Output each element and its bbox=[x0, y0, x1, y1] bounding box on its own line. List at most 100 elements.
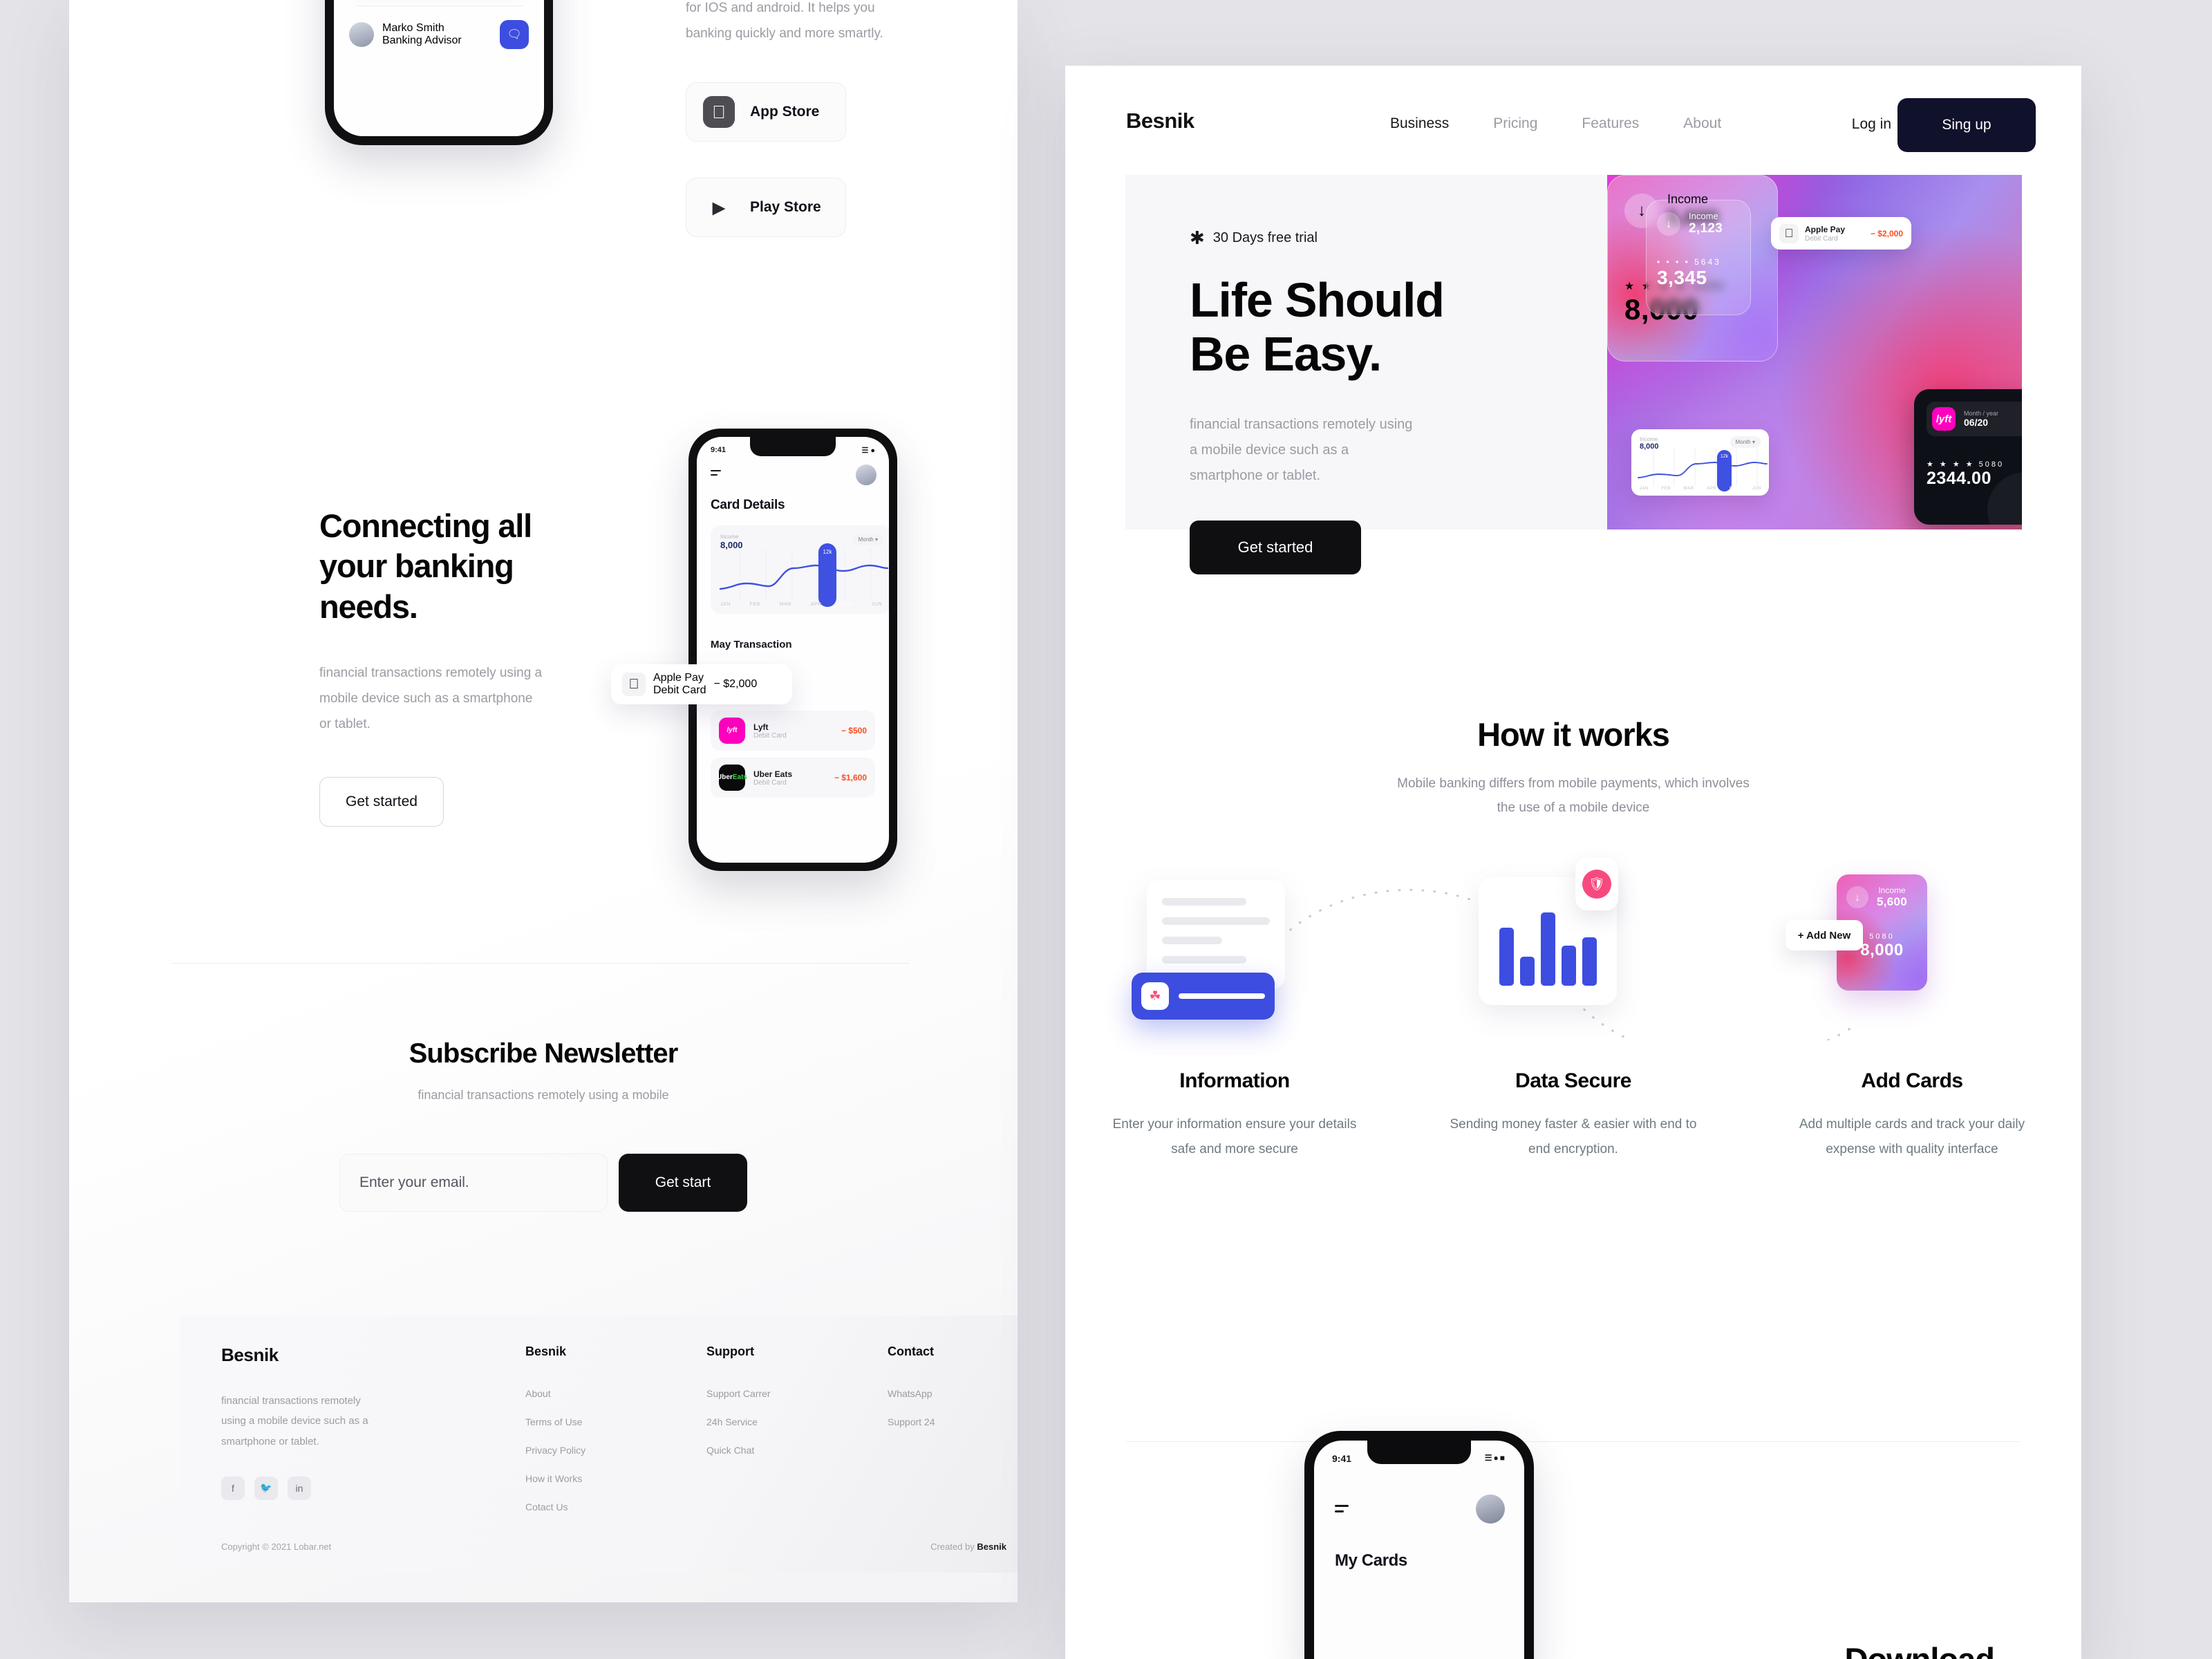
chat-icon[interactable]: 🗨 bbox=[500, 20, 529, 49]
connecting-body: financial transactions remotely using a … bbox=[319, 665, 543, 731]
chart-x-axis: JAN FEB MAR APR MAY JUN bbox=[1640, 487, 1761, 491]
add-new-button[interactable]: + Add New bbox=[1785, 920, 1863, 950]
apple-icon:  bbox=[622, 673, 646, 696]
divider bbox=[1126, 1441, 2021, 1442]
download-app-text: Download Besnik mobile banking app for I… bbox=[686, 1, 883, 41]
shield-check-icon: 🛡 bbox=[1582, 870, 1611, 899]
hero-section: ✱ 30 Days free trial Life Should Be Easy… bbox=[1125, 175, 2022, 574]
transaction-sub: Debit Card bbox=[653, 684, 706, 696]
lyft-icon: lyft bbox=[719, 718, 745, 744]
hero-subtitle: financial transactions remotely using a … bbox=[1190, 416, 1413, 483]
email-input[interactable] bbox=[339, 1154, 608, 1212]
apple-pay-card[interactable]:  Apple Pay Debit Card − $2,000 bbox=[1771, 217, 1911, 250]
newsletter-section: Subscribe Newsletter financial transacti… bbox=[69, 1038, 1018, 1212]
newsletter-submit-button[interactable]: Get start bbox=[619, 1154, 747, 1212]
footer-link[interactable]: Cotact Us bbox=[525, 1501, 706, 1512]
expiry-value: 06/20 bbox=[1964, 417, 1989, 428]
nav-item-business[interactable]: Business bbox=[1390, 115, 1449, 132]
signup-button[interactable]: Sing up bbox=[1897, 98, 2036, 152]
info-input-bar: ☘ bbox=[1132, 973, 1275, 1020]
lyft-dark-card: lyft Month / year 06/20 ★ ★ ★ ★ 5080 234… bbox=[1914, 389, 2022, 525]
nav-item-about[interactable]: About bbox=[1683, 115, 1721, 132]
nav-item-pricing[interactable]: Pricing bbox=[1493, 115, 1537, 132]
footer-column-heading: Besnik bbox=[525, 1344, 567, 1358]
feature-title: Add Cards bbox=[1861, 1069, 1963, 1092]
income-label: Income bbox=[1667, 192, 1709, 206]
transaction-amount: − $2,000 bbox=[713, 678, 758, 690]
apple-icon:  bbox=[1779, 223, 1799, 243]
footer-brand: Besnik financial transactions remotely u… bbox=[221, 1344, 525, 1530]
free-trial-label: 30 Days free trial bbox=[1212, 229, 1318, 245]
footer-link[interactable]: WhatsApp bbox=[888, 1388, 935, 1399]
income-label: Income bbox=[1689, 211, 1718, 221]
brand-logo[interactable]: Besnik bbox=[1126, 109, 1194, 133]
transaction-amount: − $500 bbox=[841, 726, 867, 735]
login-link[interactable]: Log in bbox=[1852, 116, 1891, 133]
footer: Besnik financial transactions remotely u… bbox=[180, 1315, 1018, 1573]
transaction-name: Apple Pay bbox=[653, 672, 704, 684]
hero-get-started-button[interactable]: Get started bbox=[1190, 520, 1361, 574]
footer-brand-desc: financial transactions remotely using a … bbox=[221, 1395, 368, 1447]
list-item[interactable]: Uber Eats Uber Eats Debit Card − $1,600 bbox=[711, 758, 875, 798]
linkedin-icon[interactable]: in bbox=[288, 1476, 311, 1500]
uber-eats-icon: Uber Eats bbox=[717, 765, 747, 791]
transaction-name: Uber Eats bbox=[753, 769, 793, 779]
card-balance: 3,345 bbox=[1657, 267, 1707, 288]
input-line bbox=[1179, 993, 1265, 999]
avatar[interactable] bbox=[1476, 1494, 1505, 1524]
menu-icon[interactable] bbox=[1335, 1505, 1349, 1516]
chart-highlight-bar: 12k bbox=[818, 543, 836, 607]
transaction-sub: Debit Card bbox=[753, 731, 787, 740]
feature-information: ☘ Information Enter your information ens… bbox=[1065, 862, 1404, 1162]
footer-link[interactable]: Terms of Use bbox=[525, 1416, 706, 1427]
connecting-block: Connecting all your banking needs. finan… bbox=[319, 506, 596, 827]
footer-column-contact: Contact WhatsApp Support 24 bbox=[888, 1344, 935, 1530]
shield-badge: 🛡 bbox=[1575, 858, 1618, 910]
footer-link[interactable]: Support 24 bbox=[888, 1416, 935, 1427]
fingerprint-icon: ☘ bbox=[1141, 982, 1169, 1010]
connecting-get-started-button[interactable]: Get started bbox=[319, 776, 444, 827]
avatar bbox=[349, 22, 374, 47]
download-app-copy: Download Besnik mobile banking app for I… bbox=[686, 0, 921, 238]
feature-add-cards: ↓ Income 5,600 5080 8,000 + Add New Add … bbox=[1743, 862, 2081, 1162]
section-subtitle: Mobile banking differs from mobile payme… bbox=[1397, 776, 1750, 816]
transaction-name: Lyft bbox=[753, 722, 769, 732]
footer-link[interactable]: Privacy Policy bbox=[525, 1445, 706, 1456]
income-card-small: ↓ Income 2,123 • • • • 5643 3,345 bbox=[1646, 200, 1751, 315]
play-store-icon: ▸ bbox=[712, 193, 726, 223]
screenshot-stage: • • • • 5080 8,000 • • • • 5643 3,345 • … bbox=[0, 0, 2212, 1659]
card-details-title: Card Details bbox=[711, 498, 785, 512]
lyft-icon: lyft bbox=[1932, 407, 1956, 431]
footer-link[interactable]: Support Carrer bbox=[706, 1388, 888, 1399]
download-phone-mock: 9:41 ☰●■ My Cards bbox=[1304, 1431, 1534, 1659]
menu-icon[interactable] bbox=[711, 470, 721, 478]
download-arrow-icon: ↓ bbox=[1657, 212, 1680, 236]
apple-pay-transaction-card[interactable]:  Apple Pay Debit Card − $2,000 bbox=[611, 664, 792, 704]
twitter-icon[interactable]: 🐦 bbox=[254, 1476, 278, 1500]
facebook-icon[interactable]: f bbox=[221, 1476, 245, 1500]
newsletter-title: Subscribe Newsletter bbox=[409, 1038, 679, 1069]
status-icons: ☰●■ bbox=[1484, 1453, 1506, 1463]
chart-highlight-bar: 12k bbox=[1717, 450, 1732, 491]
footer-link[interactable]: Quick Chat bbox=[706, 1445, 888, 1456]
play-store-button[interactable]: ▸ Play Store bbox=[686, 178, 846, 238]
hero-title-line2: Be Easy. bbox=[1190, 327, 1382, 382]
app-store-label: App Store bbox=[750, 104, 820, 120]
feature-title: Data Secure bbox=[1515, 1069, 1631, 1092]
app-store-button[interactable]:  App Store bbox=[686, 82, 846, 142]
download-heading: Download bbox=[1844, 1640, 1995, 1659]
my-cards-title: My Cards bbox=[1335, 1551, 1407, 1570]
feature-data-secure: 🛡 Data Secure Sending money faster & eas… bbox=[1404, 858, 1743, 1162]
banking-advisor-row[interactable]: Marko Smith Banking Advisor 🗨 bbox=[349, 20, 529, 49]
add-cards-illustration: ↓ Income 5,600 5080 8,000 + Add New bbox=[1743, 862, 2081, 1069]
nav-item-features[interactable]: Features bbox=[1582, 115, 1639, 132]
avatar[interactable] bbox=[856, 465, 877, 485]
footer-link[interactable]: 24h Service bbox=[706, 1416, 888, 1427]
feature-desc: Enter your information ensure your detai… bbox=[1112, 1117, 1357, 1157]
footer-link[interactable]: How it Works bbox=[525, 1473, 706, 1484]
apple-pay-amount: − $2,000 bbox=[1870, 228, 1903, 238]
footer-created-by: Created by Besnik bbox=[930, 1541, 1006, 1552]
footer-column-heading: Contact bbox=[888, 1344, 934, 1358]
footer-link[interactable]: About bbox=[525, 1388, 706, 1399]
list-item[interactable]: lyft Lyft Debit Card − $500 bbox=[711, 711, 875, 751]
